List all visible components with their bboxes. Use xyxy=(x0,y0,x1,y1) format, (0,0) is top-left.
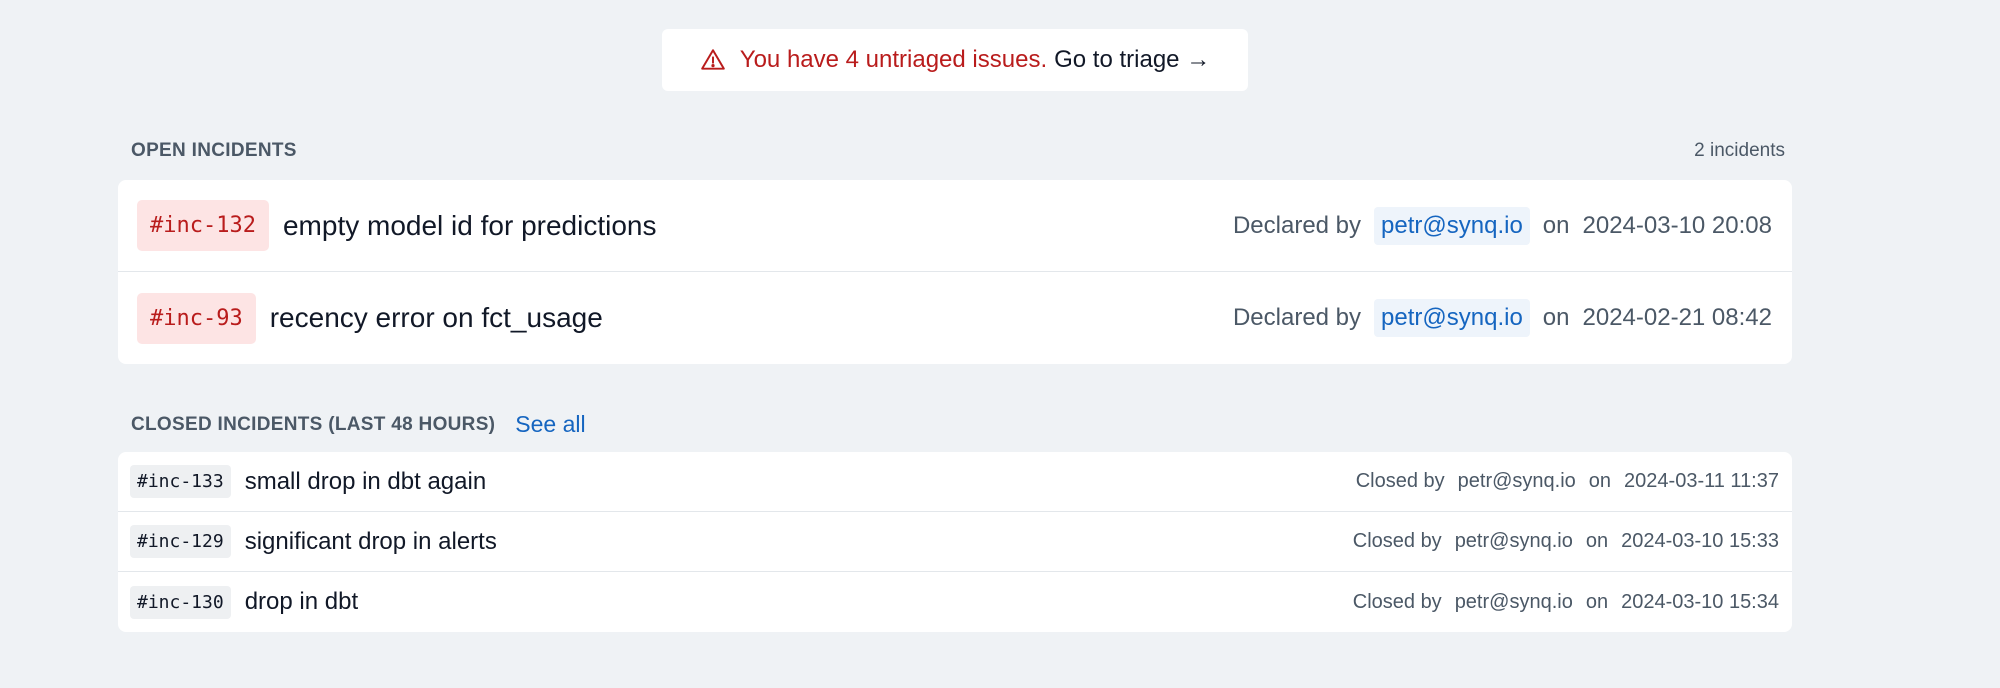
incident-id-badge[interactable]: #inc-133 xyxy=(130,465,231,498)
see-all-link[interactable]: See all xyxy=(515,411,585,438)
closed-by-user: petr@synq.io xyxy=(1454,590,1573,613)
open-incidents-heading: OPEN INCIDENTS xyxy=(131,140,297,161)
incident-id-badge[interactable]: #inc-129 xyxy=(130,525,231,558)
declared-date: 2024-03-10 20:08 xyxy=(1582,211,1773,239)
open-incidents-header: OPEN INCIDENTS 2 incidents xyxy=(131,140,1785,162)
closed-by-user: petr@synq.io xyxy=(1457,470,1576,492)
incident-title[interactable]: recency error on fct_usage xyxy=(270,302,603,334)
closed-date: 2024-03-10 15:33 xyxy=(1621,530,1779,552)
untriaged-banner: You have 4 untriaged issues. Go to triag… xyxy=(662,29,1248,91)
incident-id-badge[interactable]: #inc-130 xyxy=(130,585,231,619)
incident-title[interactable]: small drop in dbt again xyxy=(245,468,486,496)
closed-date: 2024-03-11 11:37 xyxy=(1624,470,1779,492)
declared-date: 2024-02-21 08:42 xyxy=(1582,304,1773,331)
go-to-triage-link[interactable]: Go to triage → xyxy=(1054,46,1210,74)
incident-meta: Closed by petr@synq.io on 2024-03-11 11:… xyxy=(1356,470,1779,493)
closed-by-label: Closed by xyxy=(1352,530,1442,552)
closed-incidents-header: CLOSED INCIDENTS (LAST 48 HOURS) See all xyxy=(131,411,1785,438)
declared-by-label: Declared by xyxy=(1232,304,1362,331)
on-label: on xyxy=(1542,211,1570,239)
incident-row[interactable]: #inc-129 significant drop in alerts Clos… xyxy=(118,512,1792,572)
incident-row[interactable]: #inc-133 small drop in dbt again Closed … xyxy=(118,452,1792,512)
closed-incidents-list: #inc-133 small drop in dbt again Closed … xyxy=(118,452,1792,632)
incident-meta: Declared by petr@synq.io on 2024-03-10 2… xyxy=(1232,206,1773,245)
incident-row[interactable]: #inc-93 recency error on fct_usage Decla… xyxy=(118,272,1792,364)
untriaged-message: You have 4 untriaged issues. xyxy=(739,46,1048,73)
on-label: on xyxy=(1585,530,1609,552)
incident-meta: Declared by petr@synq.io on 2024-02-21 0… xyxy=(1233,299,1772,337)
incident-title[interactable]: significant drop in alerts xyxy=(245,528,497,556)
incident-id-badge[interactable]: #inc-132 xyxy=(137,200,269,251)
declared-by-label: Declared by xyxy=(1232,211,1362,239)
on-label: on xyxy=(1588,470,1612,492)
on-label: on xyxy=(1542,304,1570,331)
open-incidents-list: #inc-132 empty model id for predictions … xyxy=(118,180,1792,364)
incident-id-badge[interactable]: #inc-93 xyxy=(137,292,256,344)
closed-by-label: Closed by xyxy=(1352,590,1442,613)
incident-meta: Closed by petr@synq.io on 2024-03-10 15:… xyxy=(1353,530,1779,553)
closed-by-user: petr@synq.io xyxy=(1454,530,1573,552)
incident-row[interactable]: #inc-132 empty model id for predictions … xyxy=(118,180,1792,272)
incident-row[interactable]: #inc-130 drop in dbt Closed by petr@synq… xyxy=(118,572,1792,632)
incident-title[interactable]: drop in dbt xyxy=(245,588,358,616)
incident-meta: Closed by petr@synq.io on 2024-03-10 15:… xyxy=(1353,591,1779,614)
declared-by-user[interactable]: petr@synq.io xyxy=(1374,299,1530,337)
on-label: on xyxy=(1585,590,1609,613)
closed-by-label: Closed by xyxy=(1355,470,1445,492)
warning-triangle-icon xyxy=(700,47,726,73)
closed-date: 2024-03-10 15:34 xyxy=(1621,590,1779,613)
closed-incidents-heading: CLOSED INCIDENTS (LAST 48 HOURS) xyxy=(131,413,496,435)
open-incidents-count: 2 incidents xyxy=(1694,140,1785,161)
declared-by-user[interactable]: petr@synq.io xyxy=(1374,206,1530,245)
incident-title[interactable]: empty model id for predictions xyxy=(283,210,657,242)
